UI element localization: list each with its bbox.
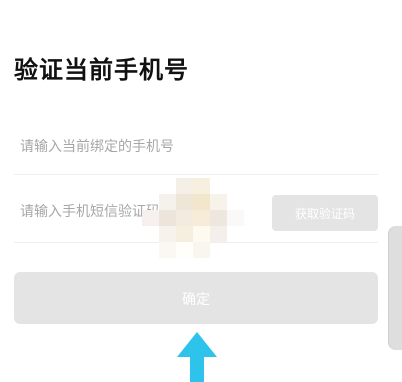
verify-phone-screen: 验证当前手机号 获取验证码 确定 xyxy=(0,0,402,382)
side-scroll-handle[interactable] xyxy=(388,226,402,350)
confirm-button[interactable]: 确定 xyxy=(14,272,378,324)
phone-number-input[interactable] xyxy=(20,136,260,158)
get-verification-code-button[interactable]: 获取验证码 xyxy=(272,195,378,231)
page-title: 验证当前手机号 xyxy=(14,56,189,84)
arrow-up-icon xyxy=(177,332,217,382)
privacy-mosaic xyxy=(142,164,244,262)
